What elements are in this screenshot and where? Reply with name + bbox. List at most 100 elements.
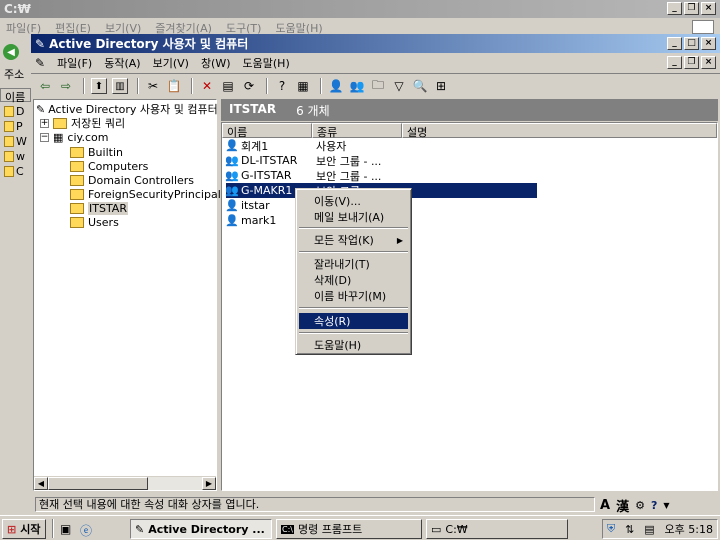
language-icon[interactable]: ▤ (644, 523, 654, 536)
mmc-task-icon: ✎ (135, 522, 145, 536)
outer-item[interactable]: C (4, 164, 31, 179)
group-icon: 👥 (225, 169, 239, 182)
mmc-app-icon: ✎ (35, 36, 46, 51)
delete-icon[interactable]: ✕ (199, 78, 215, 94)
menu-window[interactable]: 창(W) (201, 55, 231, 71)
outer-restore-button[interactable]: ❐ (684, 2, 699, 15)
list-row[interactable]: 👤 회계1 사용자 (225, 138, 346, 153)
menu-item-cut[interactable]: 잘라내기(T) (299, 256, 408, 272)
menu-view[interactable]: 보기(V) (153, 55, 189, 71)
menu-item-send-mail[interactable]: 메일 보내기(A) (299, 209, 408, 225)
forward-icon[interactable]: ⇨ (58, 78, 74, 94)
list-row[interactable]: 👥 DL-ITSTAR 보안 그룹 - ... (225, 153, 381, 168)
mmc-minimize-button[interactable]: _ (667, 37, 682, 50)
menu-help[interactable]: 도움말(H) (243, 55, 290, 71)
column-header-type[interactable]: 종류 (312, 123, 402, 139)
show-desktop-icon[interactable]: ▣ (60, 522, 71, 536)
ime-settings-icon[interactable]: ⚙ (635, 499, 645, 512)
menu-item-help[interactable]: 도움말(H) (299, 337, 408, 353)
outer-menu-favorites[interactable]: 즐겨찾기(A) (155, 20, 212, 35)
outer-menu-file[interactable]: 파일(F) (6, 20, 41, 35)
folder-icon (70, 216, 84, 228)
add-to-group-icon[interactable]: ⊞ (433, 78, 449, 94)
task-explorer[interactable]: ▭ C:₩ (426, 519, 568, 539)
outer-minimize-button[interactable]: _ (667, 2, 682, 15)
menu-separator (299, 251, 408, 253)
view-icon[interactable]: ▦ (295, 78, 311, 94)
tree-item-computers[interactable]: Computers (70, 159, 148, 173)
collapse-minus-icon[interactable]: − (40, 132, 49, 142)
menu-separator (299, 307, 408, 309)
outer-item[interactable]: w (4, 149, 31, 164)
clock[interactable]: 오후 5:18 (665, 521, 713, 537)
tree-horizontal-scrollbar[interactable]: ◀ ▶ (34, 476, 216, 490)
security-shield-icon[interactable]: ⛨ (607, 522, 615, 536)
scroll-thumb[interactable] (48, 477, 148, 490)
tree-item-builtin[interactable]: Builtin (70, 145, 123, 159)
scroll-right-icon[interactable]: ▶ (202, 477, 216, 490)
menu-item-rename[interactable]: 이름 바꾸기(M) (299, 288, 408, 304)
ie-icon[interactable]: ⓔ (80, 522, 92, 539)
ime-hanja-icon[interactable]: 漢 (616, 496, 629, 515)
list-row[interactable]: 👥 G-ITSTAR 보안 그룹 - ... (225, 168, 381, 183)
menu-item-all-tasks[interactable]: 모든 작업(K) ▶ (299, 232, 408, 248)
start-button[interactable]: ⊞ 시작 (2, 519, 46, 539)
menu-item-move[interactable]: 이동(V)... (299, 193, 408, 209)
tree-item-itstar[interactable]: ITSTAR (70, 201, 128, 215)
find-icon[interactable]: 🔍 (412, 78, 428, 94)
menu-file[interactable]: 파일(F) (57, 55, 92, 71)
status-text: 현재 선택 내용에 대한 속성 대화 상자를 엽니다. (35, 497, 595, 512)
ime-help-icon[interactable]: ? (651, 499, 657, 512)
mdi-restore-button[interactable]: ❐ (684, 56, 699, 69)
cut-icon[interactable]: ✂ (145, 78, 161, 94)
show-hide-tree-icon[interactable]: ▥ (112, 78, 128, 94)
refresh-icon[interactable]: ⟳ (241, 78, 257, 94)
mmc-close-button[interactable]: × (701, 37, 716, 50)
tree-root[interactable]: ✎ Active Directory 사용자 및 컴퓨터 (36, 102, 218, 117)
menubar-divider (31, 73, 720, 74)
tree-item-foreign-security-principals[interactable]: ForeignSecurityPrincipals (70, 187, 227, 201)
folder-icon (4, 136, 14, 147)
menu-action[interactable]: 동작(A) (104, 55, 140, 71)
object-count: 6 개체 (296, 104, 330, 118)
tree-item-domain[interactable]: − ▦ ciy.com (40, 130, 108, 144)
new-group-icon[interactable]: 👥 (349, 78, 365, 94)
tree-pane[interactable]: ✎ Active Directory 사용자 및 컴퓨터 + 저장된 쿼리 − … (33, 99, 227, 491)
column-header-name[interactable]: 이름 (222, 123, 312, 139)
up-one-level-icon[interactable]: ⬆ (91, 78, 107, 94)
tree-item-saved-queries[interactable]: + 저장된 쿼리 (40, 116, 125, 130)
mdi-close-button[interactable]: × (701, 56, 716, 69)
new-ou-icon[interactable]: 🗀 (370, 78, 386, 94)
outer-menu-tools[interactable]: 도구(T) (226, 20, 262, 35)
back-icon[interactable]: ⇦ (37, 78, 53, 94)
column-header-description[interactable]: 설명 (402, 123, 717, 139)
mmc-maximize-button[interactable]: □ (684, 37, 699, 50)
tree-item-domain-controllers[interactable]: Domain Controllers (70, 173, 194, 187)
mdi-minimize-button[interactable]: _ (667, 56, 682, 69)
outer-menu-view[interactable]: 보기(V) (105, 20, 141, 35)
help-icon[interactable]: ? (274, 78, 290, 94)
scroll-left-icon[interactable]: ◀ (34, 477, 48, 490)
properties-icon[interactable]: ▤ (220, 78, 236, 94)
ime-menu-icon[interactable]: ▼ (663, 501, 669, 510)
expand-plus-icon[interactable]: + (40, 118, 49, 128)
outer-menu-edit[interactable]: 편집(E) (55, 20, 91, 35)
outer-item[interactable]: P (4, 119, 31, 134)
menu-item-delete[interactable]: 삭제(D) (299, 272, 408, 288)
task-mmc[interactable]: ✎ Active Directory ... (130, 519, 272, 539)
tree-item-users[interactable]: Users (70, 215, 119, 229)
paste-icon[interactable]: 📋 (166, 78, 182, 94)
network-icon[interactable]: ⇅ (625, 523, 634, 536)
outer-menu-help[interactable]: 도움말(H) (275, 20, 322, 35)
back-arrow-icon[interactable]: ◀ (3, 44, 19, 60)
ime-alpha-icon[interactable]: A (600, 498, 610, 513)
outer-close-button[interactable]: × (701, 2, 716, 15)
folder-icon (70, 146, 84, 158)
name-column-header[interactable]: 이름 (0, 88, 31, 104)
menu-item-properties[interactable]: 속성(R) (299, 313, 408, 329)
outer-item[interactable]: W (4, 134, 31, 149)
task-cmd[interactable]: C:\ 명령 프롬프트 (276, 519, 422, 539)
new-user-icon[interactable]: 👤 (328, 78, 344, 94)
outer-item[interactable]: D (4, 104, 31, 119)
filter-icon[interactable]: ▽ (391, 78, 407, 94)
